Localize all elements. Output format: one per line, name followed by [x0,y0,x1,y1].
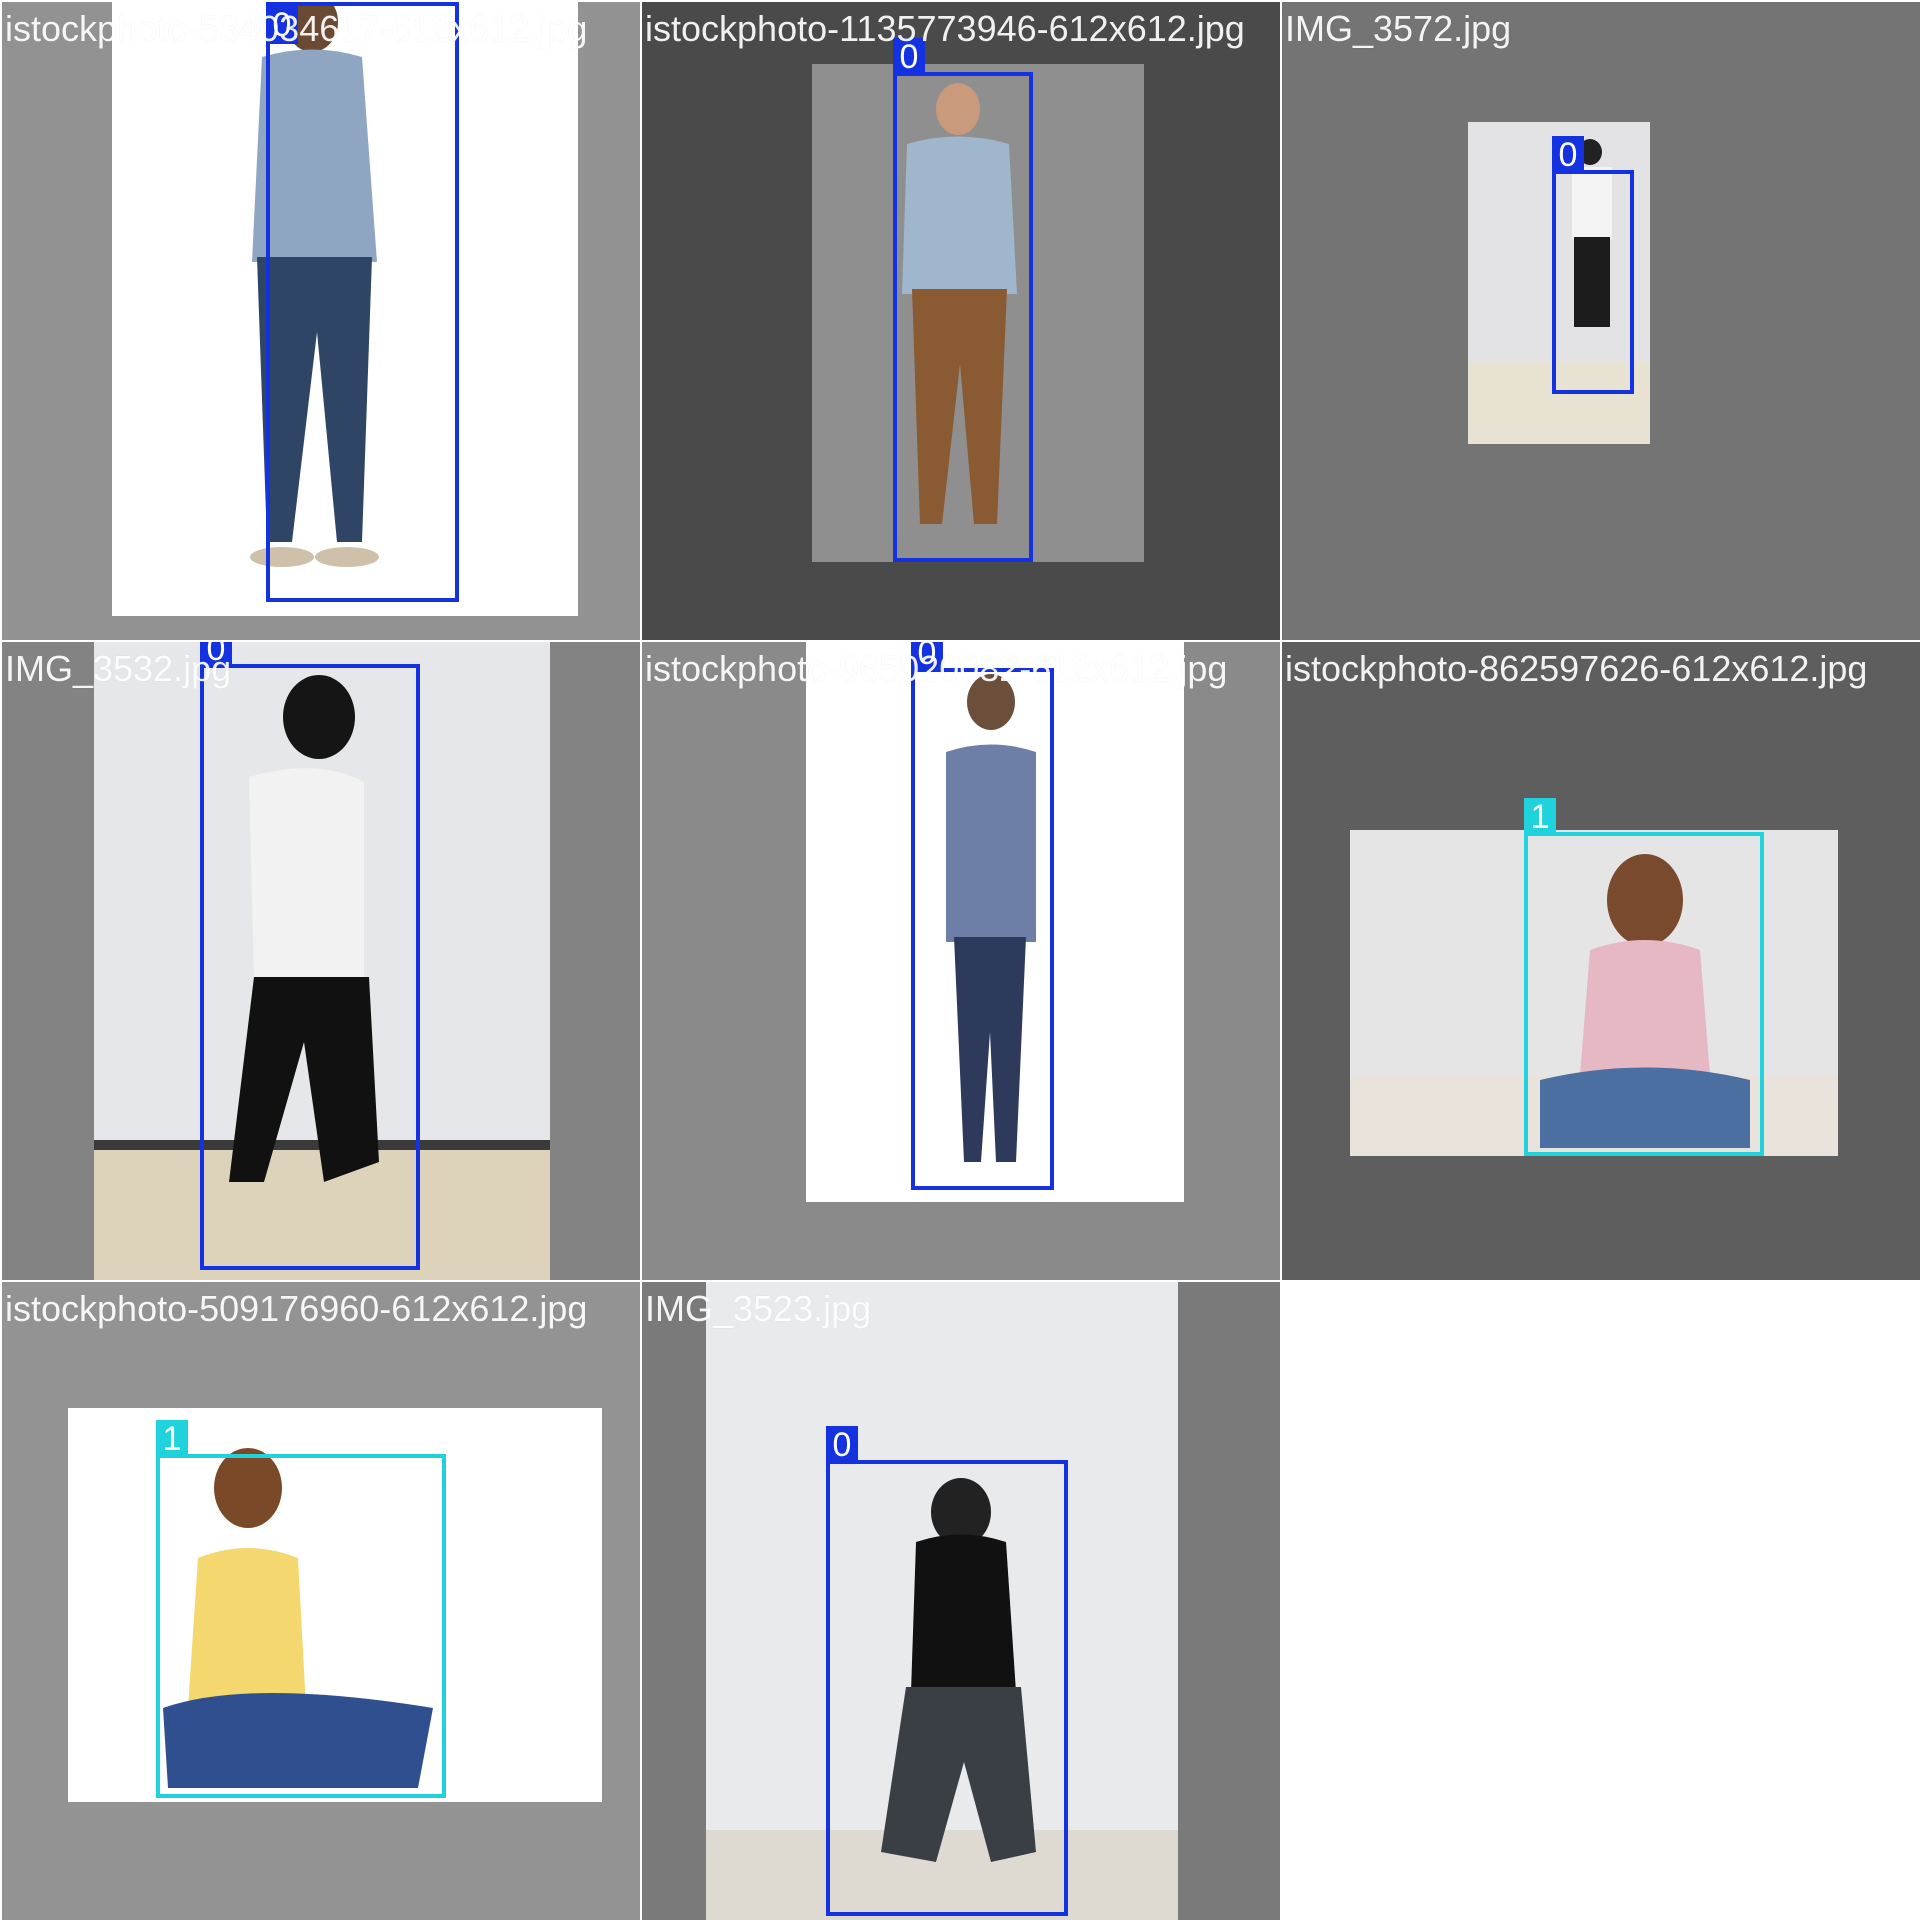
detection-box: 0 [1552,136,1634,394]
mosaic-tile-5: 1 istockphoto-862597626-612x612.jpg [1282,642,1920,1280]
image-filename: istockphoto-1135773946-612x612.jpg [645,8,1245,49]
image-filename: istockphoto-862597626-612x612.jpg [1285,648,1868,689]
mosaic-tile-1: 0 istockphoto-1135773946-612x612.jpg [642,2,1280,640]
class-label: 0 [826,1426,858,1464]
mosaic-tile-2: 0 IMG_3572.jpg [1282,2,1920,640]
detection-box: 1 [156,1420,446,1798]
detection-box: 1 [1524,798,1764,1156]
mosaic-tile-0: 0 istockphoto-534034617-612x612.jpg [2,2,640,640]
detection-box: 0 [893,38,1033,562]
detection-box: 0 [266,2,459,602]
detection-box: 0 [200,642,420,1270]
mosaic-tile-3: 0 IMG_3532.jpg [2,642,640,1280]
mosaic-tile-4: 0 istockphoto-965020082-612x612.jpg [642,642,1280,1280]
class-label: 1 [156,1420,188,1458]
detection-box: 0 [826,1426,1068,1916]
image-filename: IMG_3572.jpg [1285,8,1512,49]
image-filename: istockphoto-509176960-612x612.jpg [5,1288,588,1329]
class-label: 1 [1524,798,1556,836]
image-filename: IMG_3532.jpg [5,648,232,689]
mosaic-tile-6: 1 istockphoto-509176960-612x612.jpg [2,1282,640,1920]
class-label: 0 [1552,136,1584,174]
image-filename: IMG_3523.jpg [645,1288,872,1329]
mosaic-tile-7: 0 IMG_3523.jpg [642,1282,1280,1920]
image-filename: istockphoto-534034617-612x612.jpg [5,8,588,49]
empty-tile [1282,1282,1920,1920]
detection-box: 0 [911,642,1054,1190]
image-filename: istockphoto-965020082-612x612.jpg [645,648,1228,689]
